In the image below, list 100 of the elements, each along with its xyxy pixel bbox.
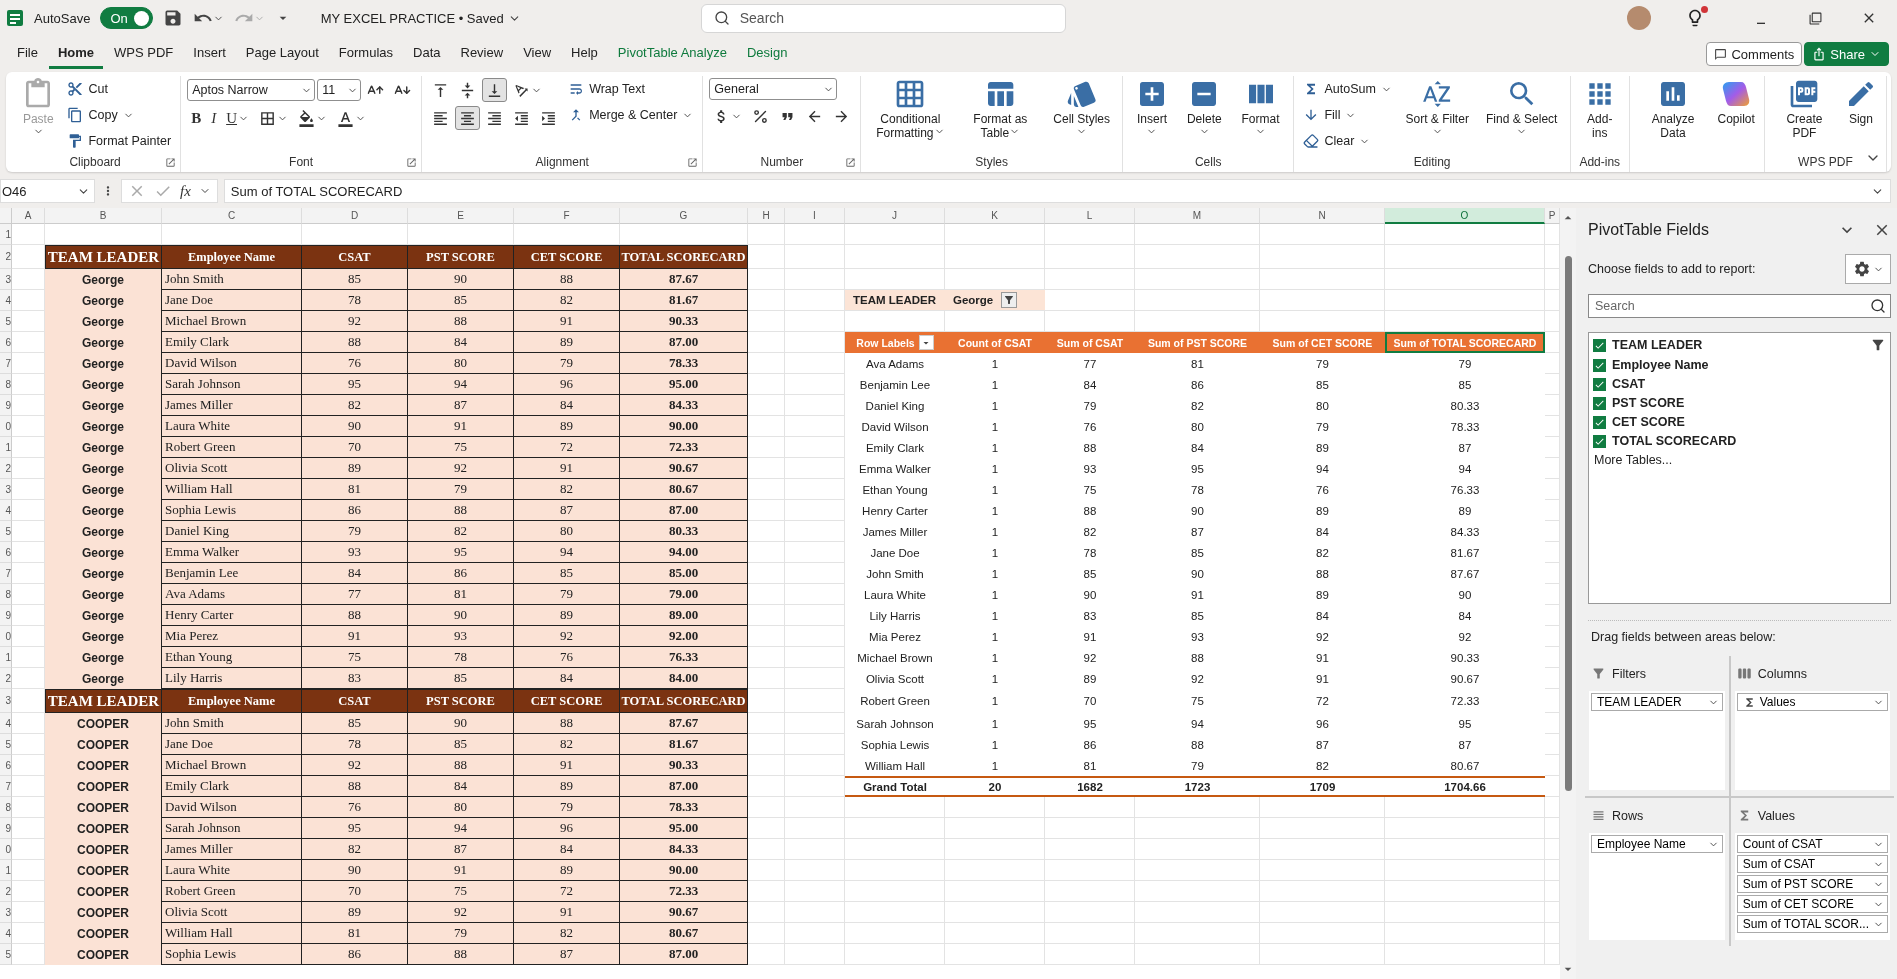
column-letter[interactable]: I [785,208,845,224]
menu-tab[interactable]: Formulas [329,39,403,69]
sheet-cell[interactable] [1260,245,1385,269]
ribbon-button[interactable]: Clear [1300,130,1395,152]
column-letter[interactable]: D [302,208,408,224]
sheet-cell[interactable] [1260,818,1385,839]
column-letter[interactable]: K [945,208,1045,224]
document-title[interactable]: MY EXCEL PRACTICE • Saved [320,10,521,26]
sheet-cell[interactable] [748,500,785,521]
sheet-cell[interactable] [785,860,845,881]
sheet-cell[interactable] [748,713,785,734]
sheet-cell[interactable] [1135,818,1260,839]
sheet-cell[interactable] [1135,923,1260,944]
sheet-cell[interactable] [845,224,945,245]
sheet-cell[interactable] [748,647,785,668]
sheet-cell[interactable] [748,923,785,944]
sheet-cell[interactable] [1260,923,1385,944]
sheet-cell[interactable] [845,839,945,860]
sheet-cell[interactable] [748,881,785,902]
sheet-cell[interactable] [1260,290,1385,311]
menu-tab[interactable]: View [514,39,561,69]
column-letter[interactable]: G [620,208,748,224]
dropdown-field[interactable]: General [709,78,838,100]
sheet-cell[interactable] [748,374,785,395]
sheet-cell[interactable] [845,902,945,923]
settings-button[interactable] [1845,254,1891,284]
column-letter[interactable]: L [1045,208,1135,224]
column-letter[interactable]: C [162,208,302,224]
sheet-cell[interactable] [785,839,845,860]
column-letter[interactable]: E [408,208,514,224]
sheet-cell[interactable] [845,245,945,269]
sheet-cell[interactable] [748,626,785,647]
ribbon-button[interactable]: Fill [1300,104,1395,126]
sheet-cell[interactable] [945,245,1045,269]
sheet-cell[interactable] [748,776,785,797]
field-chip[interactable]: Sum of TOTAL SCOR... [1736,915,1888,933]
sheet-cell[interactable] [1045,860,1135,881]
ribbon-button[interactable]: Cut [64,78,175,100]
sheet-cell[interactable] [1385,902,1545,923]
search-field[interactable]: Search [1588,294,1891,318]
sheet-cell[interactable] [845,797,945,818]
field-chip[interactable]: Sum of CET SCORE [1736,895,1888,913]
sheet-cell[interactable] [945,860,1045,881]
sheet-cell[interactable] [1260,839,1385,860]
column-letter[interactable]: P [1545,208,1560,224]
menu-tab[interactable]: Data [404,39,450,69]
insert-function-button[interactable]: fx [180,182,191,200]
name-box[interactable]: O46 [0,179,95,203]
sheet-cell[interactable] [1045,881,1135,902]
sheet-cell[interactable] [748,353,785,374]
sheet-cell[interactable] [945,818,1045,839]
menu-tab[interactable]: WPS PDF [105,39,183,69]
column-letter[interactable]: M [1135,208,1260,224]
ribbon-button[interactable]: Merge & Center [565,104,697,126]
sheet-cell[interactable] [1385,944,1545,965]
more-tables-link[interactable]: More Tables... [1594,453,1886,467]
dropdown-button[interactable] [918,335,934,350]
sheet-cell[interactable] [845,881,945,902]
dropdown-field[interactable]: Aptos Narrow [187,79,316,101]
checkbox[interactable] [1593,377,1606,391]
sheet-cell[interactable] [785,923,845,944]
sheet-cell[interactable] [1045,290,1135,311]
scrollbar-thumb[interactable] [1564,256,1572,791]
checkbox[interactable] [1593,358,1606,372]
sheet-cell[interactable] [1260,797,1385,818]
ribbon-button[interactable]: Insert [1128,76,1175,142]
ribbon-button[interactable]: Analyze Data [1635,76,1711,142]
sheet-cell[interactable] [1135,881,1260,902]
ribbon-button[interactable]: Format [1233,76,1288,142]
sheet-cell[interactable] [845,944,945,965]
sheet-cell[interactable] [1045,923,1135,944]
sheet-cell[interactable] [748,605,785,626]
sheet-cell[interactable] [748,563,785,584]
field-row[interactable]: CET SCORE [1593,415,1886,429]
sheet-cell[interactable] [1385,224,1545,245]
sheet-cell[interactable] [945,881,1045,902]
sheet-cell[interactable] [785,797,845,818]
formula-field[interactable]: Sum of TOTAL SCORECARD [223,179,1891,203]
column-letter[interactable]: F [514,208,620,224]
column-letter[interactable]: B [45,208,162,224]
dialog-launcher-icon[interactable] [406,157,418,168]
sheet-cell[interactable] [748,224,785,245]
sheet-cell[interactable] [845,818,945,839]
sheet-cell[interactable] [845,923,945,944]
ribbon-button[interactable]: Delete [1179,76,1230,142]
dropdown-field[interactable]: 11 [317,79,362,101]
sheet-cell[interactable] [748,542,785,563]
format-toggle[interactable]: B [187,106,206,130]
sheet-cell[interactable] [12,224,45,245]
toolbar-button[interactable] [482,78,508,102]
format-toggle[interactable]: U [222,106,253,130]
sheet-cell[interactable] [1045,839,1135,860]
checkbox[interactable] [1593,415,1606,429]
field-row[interactable]: CSAT [1593,377,1886,391]
column-letter[interactable]: J [845,208,945,224]
sheet-cell[interactable] [1045,269,1135,290]
sheet-cell[interactable] [1260,944,1385,965]
sheet-cell[interactable] [1260,269,1385,290]
menu-tab[interactable]: Design [737,39,797,69]
sheet-cell[interactable] [945,224,1045,245]
